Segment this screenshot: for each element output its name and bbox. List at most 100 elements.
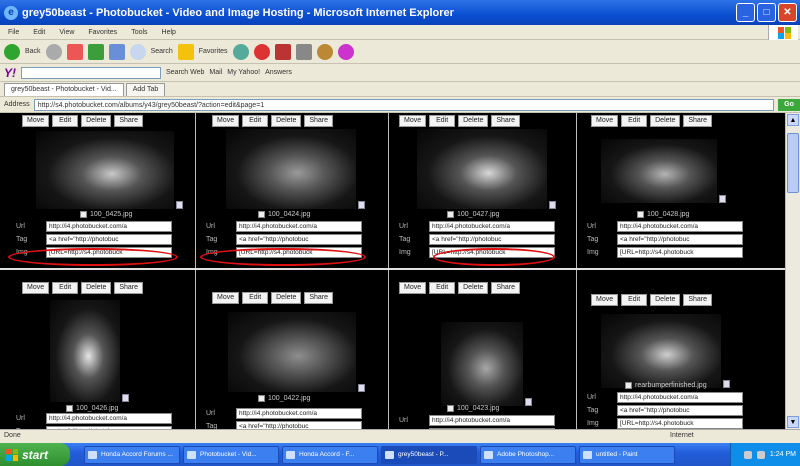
photo-thumbnail[interactable] <box>601 314 721 388</box>
url-field[interactable]: http://i4.photobucket.com/a <box>429 221 555 232</box>
photo-select-checkbox[interactable] <box>258 211 265 218</box>
scrollbar-thumb[interactable] <box>787 133 799 193</box>
url-field[interactable]: http://i4.photobucket.com/a <box>617 221 743 232</box>
edit-button[interactable]: Edit <box>621 294 648 306</box>
home-icon[interactable] <box>108 43 125 60</box>
refresh-icon[interactable] <box>87 43 104 60</box>
stop-icon[interactable] <box>66 43 83 60</box>
yahoo-logo[interactable]: Y! <box>4 66 16 80</box>
photo-thumbnail[interactable] <box>228 312 356 392</box>
back-arrow-icon[interactable] <box>4 43 20 60</box>
favorites-star-icon[interactable] <box>177 43 194 60</box>
delete-button[interactable]: Delete <box>650 115 681 127</box>
photo-select-checkbox[interactable] <box>447 211 454 218</box>
share-button[interactable]: Share <box>114 282 144 294</box>
photo-details-icon[interactable] <box>525 398 532 406</box>
tag-field[interactable]: <a href="http://photobuc <box>429 234 555 245</box>
messenger-icon[interactable] <box>316 43 333 60</box>
share-button[interactable]: Share <box>491 282 521 294</box>
menu-edit[interactable]: Edit <box>29 29 49 36</box>
url-field[interactable]: http://i4.photobucket.com/a <box>46 221 172 232</box>
tab-add[interactable]: Add Tab <box>125 82 166 96</box>
share-button[interactable]: Share <box>304 292 334 304</box>
img-code-field[interactable]: [URL=http://s4.photobuck <box>617 247 743 258</box>
taskbar-button[interactable]: Honda Accord - F... <box>282 445 378 464</box>
yahoo-search-input[interactable] <box>21 66 161 79</box>
delete-button[interactable]: Delete <box>271 115 302 127</box>
photo-details-icon[interactable] <box>358 384 365 392</box>
photo-thumbnail[interactable] <box>441 322 523 406</box>
forward-arrow-icon[interactable] <box>45 43 62 60</box>
vertical-scrollbar[interactable]: ▲ ▼ <box>785 113 800 429</box>
photo-details-icon[interactable] <box>723 380 730 388</box>
move-button[interactable]: Move <box>591 294 619 306</box>
delete-button[interactable]: Delete <box>271 292 302 304</box>
search-button-label[interactable]: Search <box>151 48 173 55</box>
address-input[interactable]: http://s4.photobucket.com/albums/y43/gre… <box>33 98 774 111</box>
tag-field[interactable]: <a href="http://photobuc <box>236 234 362 245</box>
photo-thumbnail[interactable] <box>226 129 356 209</box>
delete-button[interactable]: Delete <box>81 282 112 294</box>
maximize-button[interactable]: □ <box>757 3 776 22</box>
move-button[interactable]: Move <box>212 292 240 304</box>
menu-view[interactable]: View <box>55 29 78 36</box>
photo-thumbnail[interactable] <box>50 300 120 402</box>
taskbar-button[interactable]: Honda Accord Forums ... <box>84 445 180 464</box>
share-button[interactable]: Share <box>683 115 713 127</box>
photo-select-checkbox[interactable] <box>80 211 87 218</box>
url-field[interactable]: http://i4.photobucket.com/a <box>46 413 172 424</box>
taskbar-button[interactable]: Adobe Photoshop... <box>480 445 576 464</box>
edit-button[interactable]: Edit <box>242 115 269 127</box>
menu-file[interactable]: File <box>4 29 23 36</box>
my-yahoo-link[interactable]: My Yahoo! <box>227 69 260 76</box>
move-button[interactable]: Move <box>399 115 427 127</box>
photo-details-icon[interactable] <box>358 201 365 209</box>
delete-button[interactable]: Delete <box>458 115 489 127</box>
go-button[interactable]: Go <box>778 98 800 111</box>
mail-icon[interactable] <box>274 43 291 60</box>
edit-button[interactable]: Edit <box>429 282 456 294</box>
move-button[interactable]: Move <box>22 115 50 127</box>
menu-favorites[interactable]: Favorites <box>84 29 121 36</box>
move-button[interactable]: Move <box>399 282 427 294</box>
photo-details-icon[interactable] <box>719 195 726 203</box>
edit-button[interactable]: Edit <box>621 115 648 127</box>
url-field[interactable]: http://i4.photobucket.com/a <box>236 408 362 419</box>
aim-icon[interactable] <box>337 43 354 60</box>
url-field[interactable]: http://i4.photobucket.com/a <box>429 415 555 426</box>
img-code-field[interactable]: [URL=http://s4.photobuck <box>617 418 743 429</box>
photo-thumbnail[interactable] <box>601 139 717 203</box>
delete-button[interactable]: Delete <box>81 115 112 127</box>
photo-thumbnail[interactable] <box>36 131 174 209</box>
start-button[interactable]: start <box>0 443 70 466</box>
taskbar-button[interactable]: Photobucket - Vid... <box>183 445 279 464</box>
photo-details-icon[interactable] <box>176 201 183 209</box>
scroll-up-arrow-icon[interactable]: ▲ <box>787 114 799 126</box>
search-icon[interactable] <box>129 43 146 60</box>
taskbar-button[interactable]: untitled - Paint <box>579 445 675 464</box>
tab-photobucket[interactable]: grey50beast - Photobucket - Vid... <box>4 82 124 96</box>
menu-help[interactable]: Help <box>158 29 180 36</box>
url-field[interactable]: http://i4.photobucket.com/a <box>236 221 362 232</box>
move-button[interactable]: Move <box>212 115 240 127</box>
edit-button[interactable]: Edit <box>52 115 79 127</box>
scroll-down-arrow-icon[interactable]: ▼ <box>787 416 799 428</box>
edit-button[interactable]: Edit <box>52 282 79 294</box>
back-button-label[interactable]: Back <box>25 48 41 55</box>
favorites-button-label[interactable]: Favorites <box>199 48 228 55</box>
menu-tools[interactable]: Tools <box>127 29 151 36</box>
minimize-button[interactable]: _ <box>736 3 755 22</box>
edit-button[interactable]: Edit <box>242 292 269 304</box>
move-button[interactable]: Move <box>591 115 619 127</box>
history-icon[interactable] <box>232 43 249 60</box>
media-icon[interactable] <box>253 43 270 60</box>
tag-field[interactable]: <a href="http://photobuc <box>617 234 743 245</box>
move-button[interactable]: Move <box>22 282 50 294</box>
photo-thumbnail[interactable] <box>417 129 547 209</box>
print-icon[interactable] <box>295 43 312 60</box>
photo-select-checkbox[interactable] <box>258 395 265 402</box>
share-button[interactable]: Share <box>683 294 713 306</box>
delete-button[interactable]: Delete <box>650 294 681 306</box>
yahoo-search-button[interactable]: Search Web <box>166 69 204 76</box>
share-button[interactable]: Share <box>304 115 334 127</box>
